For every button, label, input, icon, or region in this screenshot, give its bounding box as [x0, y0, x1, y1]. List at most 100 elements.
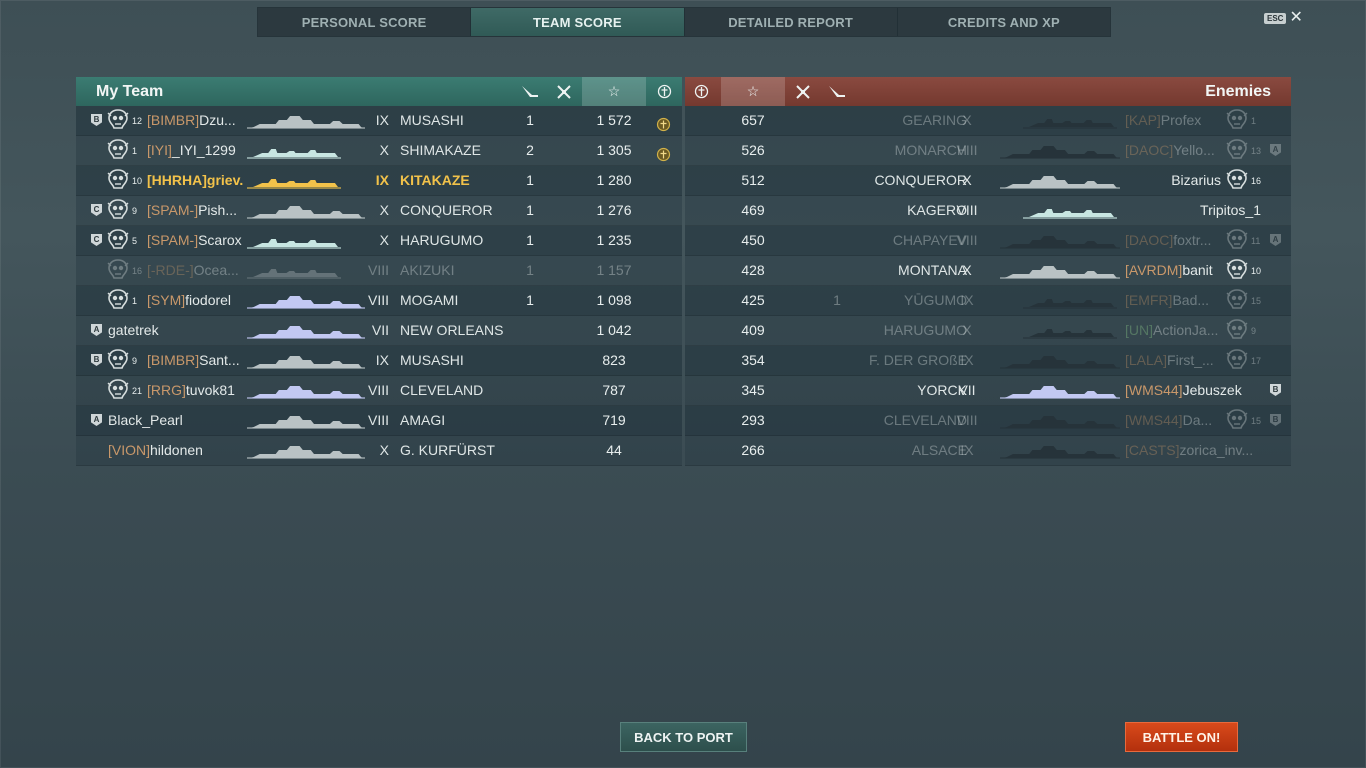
- clan-tag: [DAOC]: [1125, 142, 1174, 158]
- player-name: zorica_inv...: [1179, 442, 1254, 458]
- service-emblem-icon: [106, 379, 130, 402]
- table-row[interactable]: Agatetrek VII NEW ORLEANS 1 042: [76, 316, 682, 346]
- table-row[interactable]: B 9 [BIMBR]Sant... IX MUSASHI 823: [76, 346, 682, 376]
- ship-name: MOGAMI: [400, 292, 459, 308]
- player-name: Yello...: [1173, 142, 1215, 158]
- enemies-title: Enemies: [1205, 83, 1271, 100]
- battle-on-button[interactable]: BATTLE ON!: [1125, 722, 1238, 752]
- player-name: Bizarius: [1171, 172, 1221, 188]
- close-button[interactable]: ESC ✕: [1264, 10, 1303, 26]
- table-row[interactable]: 512 CONQUEROR X Bizarius 16: [685, 166, 1291, 196]
- player-name-cell: [WMS44]Jebuszek: [1125, 376, 1261, 405]
- table-row[interactable]: [VION]hildonen X G. KURFÜRST 44: [76, 436, 682, 466]
- ship-name: KITAKAZE: [400, 172, 470, 188]
- service-emblem-icon: [106, 109, 130, 132]
- ship-silhouette: [1000, 171, 1120, 191]
- team-score: 526: [741, 142, 765, 158]
- service-emblem-icon: [106, 199, 130, 222]
- clan-tag: [DAOC]: [1125, 232, 1174, 248]
- tab-team-score[interactable]: TEAM SCORE: [471, 8, 685, 36]
- team-score: 293: [741, 412, 765, 428]
- table-row[interactable]: 354 F. DER GROßE IX [LALA]First_... 17: [685, 346, 1291, 376]
- player-level: 9: [1251, 326, 1257, 336]
- team-score: 657: [741, 112, 765, 128]
- clan-tag: [AVRDM]: [1125, 262, 1183, 278]
- service-emblem-icon: [1225, 139, 1249, 162]
- medal-icon: [656, 113, 671, 132]
- ship-name: AMAGI: [400, 412, 446, 428]
- team-score: 1 235: [596, 232, 632, 248]
- clan-tag: [CASTS]: [1125, 442, 1180, 458]
- player-name: Da...: [1182, 412, 1213, 428]
- table-row[interactable]: 526 MONARCH VIII [DAOC]Yello... 13 A: [685, 136, 1291, 166]
- table-row[interactable]: 21 [RRG]tuvok81 VIII CLEVELAND 787: [76, 376, 682, 406]
- ship-silhouette: [247, 381, 365, 401]
- player-name-cell: [VION]hildonen: [108, 436, 244, 465]
- table-row[interactable]: 293 CLEVELAND VIII [WMS44]Da... 15 B: [685, 406, 1291, 436]
- ship-tier: X: [962, 112, 972, 128]
- table-row[interactable]: B 12 [BIMBR]Dzu... IX MUSASHI 1 1 572: [76, 106, 682, 136]
- team-score: 409: [741, 322, 765, 338]
- service-emblem-icon: [1225, 169, 1249, 192]
- team-score: 719: [602, 412, 626, 428]
- tab-credits-and-xp[interactable]: CREDITS AND XP: [898, 8, 1110, 36]
- table-row[interactable]: 657 GEARING X [KAP]Profex 1: [685, 106, 1291, 136]
- table-row[interactable]: 409 HARUGUMO X [UN]ActionJa... 9: [685, 316, 1291, 346]
- star-score-icon: ☆: [582, 77, 646, 106]
- table-row[interactable]: A Black_Pearl VIII AMAGI 719: [76, 406, 682, 436]
- table-row[interactable]: 1 [IYI]_IYI_1299 X SHIMAKAZE 2 1 305: [76, 136, 682, 166]
- table-row[interactable]: C 5 [SPAM-]Scarox X HARUGUMO 1 1 235: [76, 226, 682, 256]
- clan-tag: [LALA]: [1125, 352, 1168, 368]
- ship-name: AKIZUKI: [400, 262, 455, 278]
- table-row[interactable]: 266 ALSACE IX [CASTS]zorica_inv...: [685, 436, 1291, 466]
- medal-icon: [691, 77, 711, 106]
- player-name-cell: Black_Pearl: [108, 406, 244, 435]
- team-score: 428: [741, 262, 765, 278]
- kills-count: [825, 256, 849, 285]
- table-row[interactable]: 345 YORCK VII [WMS44]Jebuszek B: [685, 376, 1291, 406]
- table-row[interactable]: C 9 [SPAM-]Pish... X CONQUEROR 1 1 276: [76, 196, 682, 226]
- kills-count: 1: [526, 172, 534, 188]
- player-name: gatetrek: [108, 322, 159, 338]
- team-score: 1 572: [596, 112, 632, 128]
- rank-badge: B: [1270, 414, 1281, 426]
- table-row[interactable]: 425 1 YŪGUMO IX [EMFR]Bad... 15: [685, 286, 1291, 316]
- table-row[interactable]: 469 KAGERO VIII Tripitos_1: [685, 196, 1291, 226]
- table-row[interactable]: 1 [SYM]fiodorel VIII MOGAMI 1 1 098: [76, 286, 682, 316]
- clan-tag: [UN]: [1125, 322, 1153, 338]
- table-row[interactable]: 10 [HHRHA]griev... IX KITAKAZE 1 1 280: [76, 166, 682, 196]
- table-row[interactable]: 450 CHAPAYEV VIII [DAOC]foxtr... 11 A: [685, 226, 1291, 256]
- ship-tier: VII: [958, 382, 976, 398]
- player-name-cell: gatetrek: [108, 316, 244, 345]
- service-emblem-icon: [1225, 289, 1249, 312]
- ship-silhouette: [247, 171, 341, 191]
- result-tabs: PERSONAL SCORE TEAM SCORE DETAILED REPORT C…: [257, 7, 1111, 37]
- ship-tier: X: [962, 172, 972, 188]
- player-name-cell: [LALA]First_...: [1125, 346, 1221, 375]
- ship-name: MUSASHI: [400, 112, 464, 128]
- tab-detailed-report[interactable]: DETAILED REPORT: [685, 8, 898, 36]
- player-name: Pish...: [198, 202, 237, 218]
- kills-count: 1: [526, 232, 534, 248]
- table-row[interactable]: 428 MONTANA X [AVRDM]banit 10: [685, 256, 1291, 286]
- kills-count: [825, 226, 849, 255]
- kills-count: 1: [526, 292, 534, 308]
- player-name: Profex: [1160, 112, 1202, 128]
- service-emblem-icon: [1225, 259, 1249, 282]
- player-level: 16: [1251, 176, 1262, 186]
- back-to-port-button[interactable]: BACK TO PORT: [620, 722, 747, 752]
- player-name-cell: [AVRDM]banit: [1125, 256, 1221, 285]
- rank-badge: B: [91, 354, 102, 366]
- player-level: 1: [132, 296, 138, 306]
- player-name-cell: [CASTS]zorica_inv...: [1125, 436, 1261, 465]
- clan-tag: [BIMBR]: [147, 352, 200, 368]
- star-score-icon: ☆: [721, 77, 785, 106]
- ship-tier: IX: [960, 442, 974, 458]
- table-row[interactable]: 16 [-RDE-]Ocea... VIII AKIZUKI 1 1 157: [76, 256, 682, 286]
- clan-tag: [SYM]: [147, 292, 186, 308]
- player-name-cell: [DAOC]Yello...: [1125, 136, 1221, 165]
- ship-tier: IX: [375, 352, 389, 368]
- tab-personal-score[interactable]: PERSONAL SCORE: [258, 8, 472, 36]
- player-name: hildonen: [150, 442, 203, 458]
- service-emblem-icon: [106, 139, 130, 162]
